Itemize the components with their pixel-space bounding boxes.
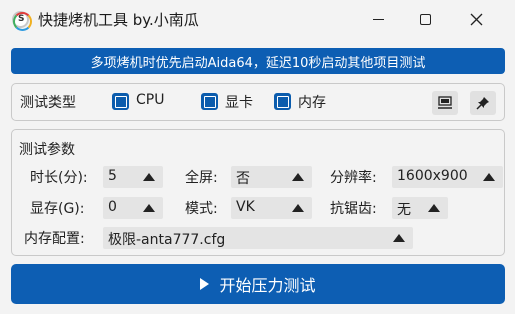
app-logo-icon: S	[12, 11, 32, 31]
chevron-up-icon	[292, 173, 304, 181]
memory-config-label: 内存配置:	[24, 231, 85, 247]
test-type-label: 测试类型	[20, 95, 76, 111]
test-type-group: 测试类型 CPU 显卡 内存	[11, 83, 505, 121]
fullscreen-label: 全屏:	[185, 170, 218, 186]
resolution-select[interactable]: 1600x900	[392, 166, 503, 188]
mode-label: 模式:	[185, 201, 218, 217]
gpu-checkbox[interactable]	[201, 93, 218, 110]
chevron-up-icon	[143, 173, 155, 181]
test-params-label: 测试参数	[19, 142, 75, 158]
start-stress-test-button[interactable]: 开始压力测试	[11, 264, 505, 304]
fullscreen-select[interactable]: 否	[231, 166, 312, 188]
minimize-icon	[372, 18, 384, 20]
test-params-group: 测试参数 时长(分): 5 全屏: 否 分辨率: 1600x900 显存(G):…	[11, 129, 505, 256]
duration-value: 5	[108, 168, 117, 184]
close-button[interactable]	[453, 0, 499, 38]
maximize-icon	[419, 13, 431, 25]
fullscreen-value: 否	[236, 171, 250, 187]
close-icon	[470, 13, 482, 25]
mode-select[interactable]: VK	[231, 197, 312, 219]
pin-button[interactable]	[470, 91, 496, 115]
maximize-button[interactable]	[402, 0, 448, 38]
resolution-value: 1600x900	[397, 168, 468, 184]
pin-icon	[476, 97, 489, 110]
title-bar: S 快捷烤机工具 by.小南瓜	[0, 0, 515, 38]
cpu-checkbox[interactable]	[112, 93, 129, 110]
vram-label: 显存(G):	[30, 201, 85, 217]
window-title: 快捷烤机工具 by.小南瓜	[38, 11, 199, 29]
memory-config-value: 极限-anta777.cfg	[108, 232, 226, 248]
minimize-button[interactable]	[355, 0, 401, 38]
resolution-label: 分辨率:	[330, 170, 377, 186]
play-icon	[200, 278, 210, 290]
vram-select[interactable]: 0	[103, 197, 163, 219]
monitor-button[interactable]	[432, 91, 458, 115]
memory-config-select[interactable]: 极限-anta777.cfg	[103, 227, 413, 249]
monitor-icon	[438, 96, 452, 109]
chevron-up-icon	[428, 204, 440, 212]
gpu-checkbox-label[interactable]: 显卡	[225, 92, 253, 112]
memory-checkbox-label[interactable]: 内存	[298, 92, 326, 112]
start-button-label: 开始压力测试	[219, 276, 316, 295]
memory-checkbox[interactable]	[274, 93, 291, 110]
antialias-label: 抗锯齿:	[330, 201, 377, 217]
mode-value: VK	[236, 199, 255, 215]
chevron-up-icon	[143, 204, 155, 212]
antialias-select[interactable]: 无	[392, 197, 448, 219]
vram-value: 0	[108, 199, 117, 215]
cpu-checkbox-label[interactable]: CPU	[136, 92, 164, 108]
chevron-up-icon	[292, 204, 304, 212]
chevron-up-icon	[393, 234, 405, 242]
antialias-value: 无	[397, 202, 411, 218]
duration-label: 时长(分):	[30, 170, 88, 186]
chevron-up-icon	[483, 173, 495, 181]
info-banner: 多项烤机时优先启动Aida64，延迟10秒启动其他项目测试	[11, 48, 505, 74]
duration-select[interactable]: 5	[103, 166, 163, 188]
